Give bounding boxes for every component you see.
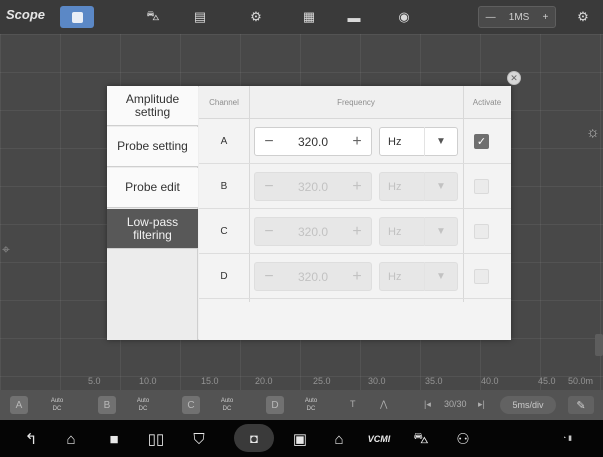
channel-label: C: [220, 226, 228, 237]
wifi-icon: ◔ ▮: [562, 435, 573, 442]
timebase-minus-button[interactable]: —: [486, 12, 496, 23]
frequency-value[interactable]: 320.0: [283, 180, 343, 194]
home-icon[interactable]: ⌂: [60, 429, 82, 449]
tab-amplitude-setting[interactable]: Amplitude setting: [107, 86, 198, 126]
help-icon[interactable]: ◉: [391, 6, 417, 28]
increment-button[interactable]: +: [343, 178, 371, 196]
frequency-value[interactable]: 320.0: [283, 225, 343, 239]
top-toolbar: Scope ⛍ ▤ ⚙ ▦ ▬ ◉ — 1MS + ⚙: [0, 0, 603, 34]
frequency-value[interactable]: 320.0: [283, 135, 343, 149]
vcmi-icon[interactable]: VCMI: [368, 429, 391, 449]
activate-checkbox[interactable]: [474, 179, 489, 194]
channel-label: A: [220, 136, 228, 147]
frequency-stepper[interactable]: − 320.0 +: [254, 217, 372, 246]
header-activate: Activate: [463, 86, 511, 119]
unit-select[interactable]: Hz ▼: [379, 217, 458, 246]
tab-probe-edit[interactable]: Probe edit: [107, 168, 198, 208]
gear-icon[interactable]: ⚙: [568, 6, 598, 28]
channel-label: D: [220, 271, 228, 282]
screen-icon[interactable]: ▦: [296, 6, 322, 28]
frequency-stepper[interactable]: − 320.0 +: [254, 172, 372, 201]
table-row: A − 320.0 + Hz ▼ ✓: [199, 119, 511, 164]
channel-label: B: [220, 181, 228, 192]
stop-icon: [71, 11, 83, 23]
filter-table: Channel Frequency Activate A − 320.0 + H…: [199, 86, 511, 340]
android-nav-bar: ↰ ⌂ ■ ▯▯ ⛉ ◘ ▣ ⌂ VCMI ⛍ ⚇ ◔ ▮: [0, 420, 603, 457]
timebase-control[interactable]: — 1MS +: [478, 6, 556, 28]
header-channel: Channel: [199, 86, 249, 119]
table-row: C − 320.0 + Hz ▼: [199, 209, 511, 254]
frequency-value[interactable]: 320.0: [283, 270, 343, 284]
decrement-button[interactable]: −: [255, 133, 283, 151]
shield-icon[interactable]: ⛉: [188, 429, 210, 449]
stop-square-icon[interactable]: ■: [103, 429, 125, 449]
camera-icon[interactable]: ◘: [234, 424, 274, 452]
back-icon[interactable]: ↰: [20, 429, 42, 449]
recent-apps-icon[interactable]: ▯▯: [145, 429, 167, 449]
table-row: D − 320.0 + Hz ▼: [199, 254, 511, 299]
close-icon[interactable]: ✕: [507, 71, 521, 85]
unit-value: Hz: [388, 225, 402, 238]
timebase-value: 1MS: [508, 11, 530, 23]
chevron-down-icon[interactable]: ▼: [424, 262, 457, 291]
report-icon[interactable]: ▤: [187, 6, 213, 28]
users-icon[interactable]: ⚇: [452, 429, 474, 449]
decrement-button[interactable]: −: [255, 268, 283, 286]
activate-checkbox[interactable]: [474, 269, 489, 284]
increment-button[interactable]: +: [343, 133, 371, 151]
unit-select[interactable]: Hz ▼: [379, 172, 458, 201]
decrement-button[interactable]: −: [255, 178, 283, 196]
unit-value: Hz: [388, 135, 402, 148]
run-stop-toggle[interactable]: [60, 6, 94, 28]
video-record-icon[interactable]: ▣: [289, 429, 311, 449]
chevron-down-icon[interactable]: ▼: [424, 172, 457, 201]
activate-checkbox[interactable]: [474, 224, 489, 239]
unit-select[interactable]: Hz ▼: [379, 262, 458, 291]
tab-low-pass-filtering[interactable]: Low-pass filtering: [107, 209, 198, 249]
vehicle-icon[interactable]: ⛍: [410, 429, 432, 449]
table-row: B − 320.0 + Hz ▼: [199, 164, 511, 209]
frequency-stepper[interactable]: − 320.0 +: [254, 262, 372, 291]
chevron-down-icon[interactable]: ▼: [424, 127, 457, 156]
decrement-button[interactable]: −: [255, 223, 283, 241]
tab-probe-setting[interactable]: Probe setting: [107, 127, 198, 167]
home-garage-icon[interactable]: ⌂: [328, 429, 350, 449]
unit-value: Hz: [388, 270, 402, 283]
header-frequency: Frequency: [249, 86, 463, 119]
folder-icon[interactable]: ▬: [341, 6, 367, 28]
settings-gear-icon[interactable]: ⚙: [243, 6, 269, 28]
chevron-down-icon[interactable]: ▼: [424, 217, 457, 246]
increment-button[interactable]: +: [343, 223, 371, 241]
unit-select[interactable]: Hz ▼: [379, 127, 458, 156]
increment-button[interactable]: +: [343, 268, 371, 286]
car-icon[interactable]: ⛍: [140, 6, 166, 28]
activate-checkbox[interactable]: ✓: [474, 134, 489, 149]
app-brand: Scope: [6, 7, 46, 22]
dialog-side-tabs: Amplitude setting Probe setting Probe ed…: [107, 86, 198, 340]
timebase-plus-button[interactable]: +: [543, 12, 549, 23]
unit-value: Hz: [388, 180, 402, 193]
frequency-stepper[interactable]: − 320.0 +: [254, 127, 372, 156]
